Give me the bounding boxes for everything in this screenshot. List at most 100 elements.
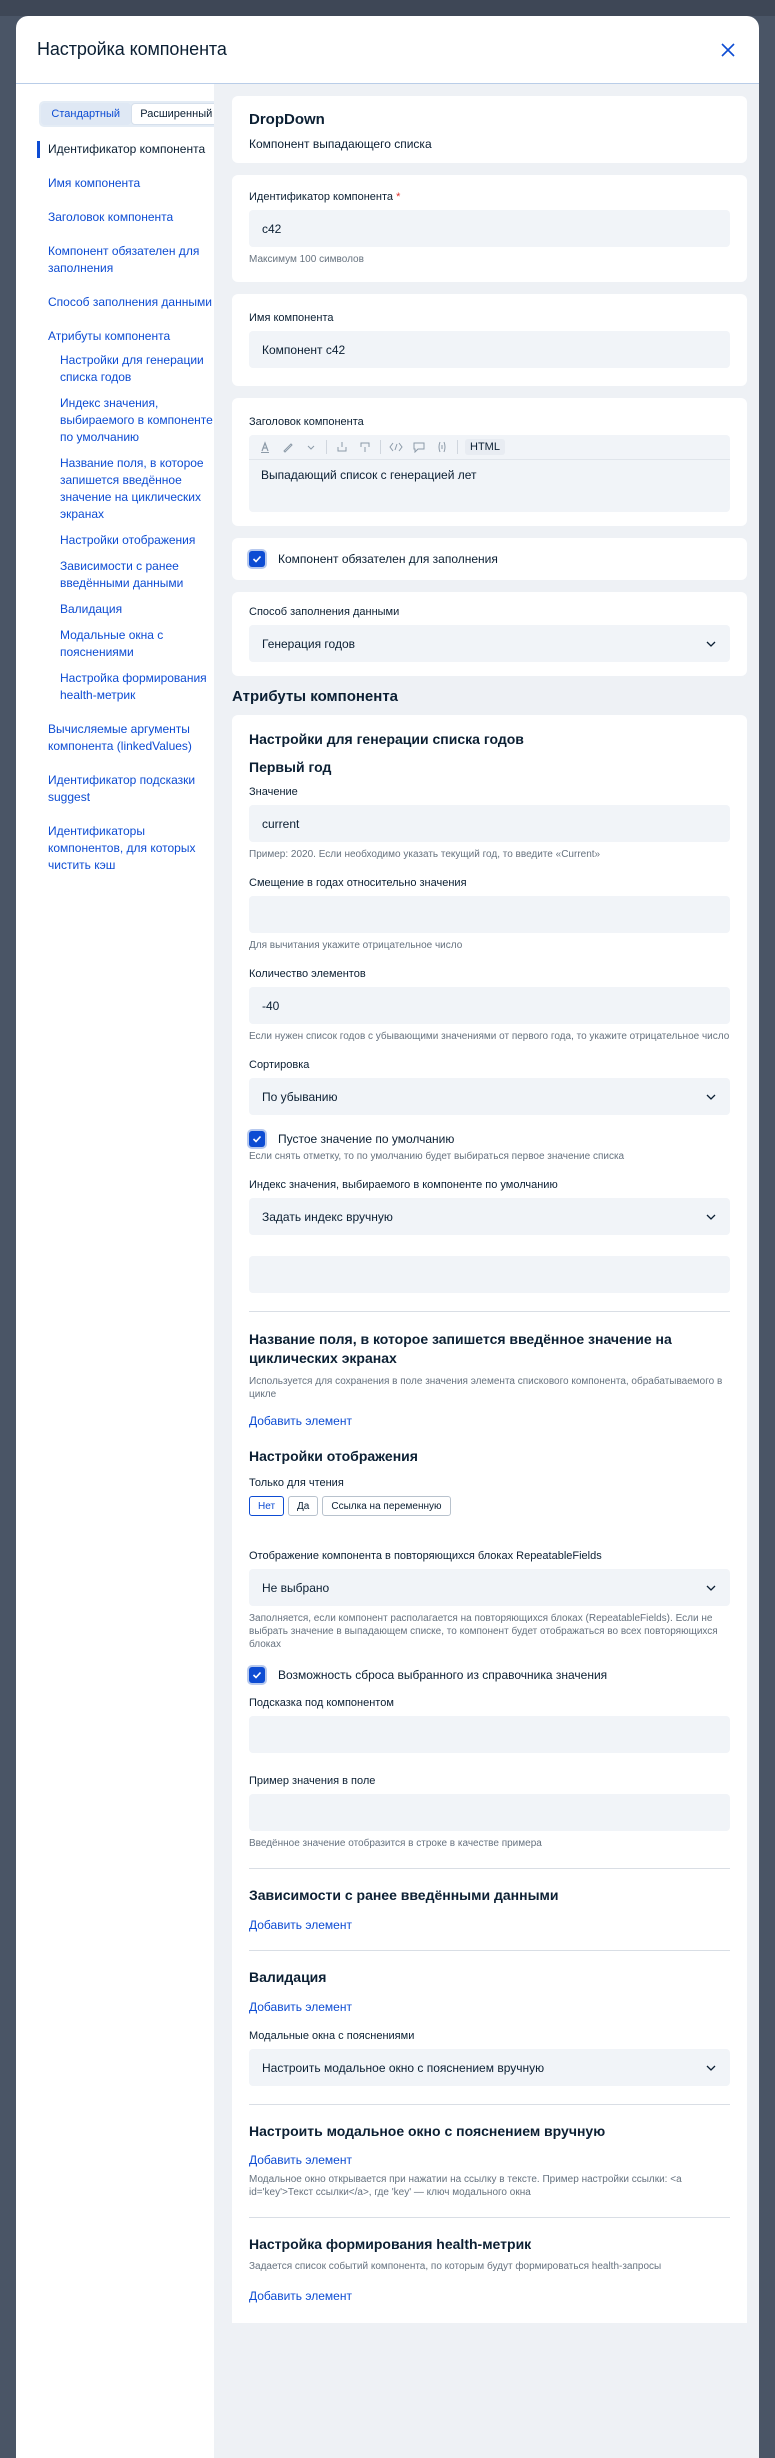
- settings-modal: Настройка компонента Стандартный Расшире…: [16, 16, 759, 2458]
- offset-label: Смещение в годах относительно значения: [249, 877, 467, 889]
- manual-modal-hint: Модальное окно открывается при нажатии н…: [249, 2174, 682, 2198]
- nav-item-dependencies[interactable]: Зависимости с ранее введёнными данными: [37, 558, 214, 592]
- health-add-link[interactable]: Добавить элемент: [249, 2289, 730, 2303]
- count-field: Количество элементов -40 Если нужен спис…: [249, 968, 730, 1043]
- example-hint: Введённое значение отобразится в строке …: [249, 1838, 542, 1849]
- divider: [249, 1950, 730, 1951]
- nav-item-component-name[interactable]: Имя компонента: [37, 175, 214, 192]
- required-checkbox[interactable]: [249, 551, 265, 567]
- first-year-title: Первый год: [249, 759, 332, 775]
- reset-label: Возможность сброса выбранного из справоч…: [278, 1668, 608, 1682]
- mode-extended-button[interactable]: Расширенный: [130, 103, 222, 125]
- readonly-options: Нет Да Ссылка на переменную: [249, 1496, 730, 1516]
- sort-select[interactable]: По убыванию: [249, 1078, 730, 1115]
- chevron-down-icon[interactable]: [303, 439, 319, 455]
- nav-item-attributes[interactable]: Атрибуты компонента: [37, 328, 214, 345]
- cyclic-add-link[interactable]: Добавить элемент: [249, 1414, 730, 1428]
- manual-modal-add-link[interactable]: Добавить элемент: [249, 2153, 730, 2167]
- comment-icon[interactable]: [411, 439, 427, 455]
- nav-item-display-settings[interactable]: Настройки отображения: [37, 532, 214, 549]
- mode-switch: Стандартный Расширенный: [39, 101, 224, 127]
- component-name-card: Имя компонента Компонент с42: [232, 294, 747, 386]
- nav-item-modal-windows[interactable]: Модальные окна с пояснениями: [37, 627, 214, 661]
- reset-checkbox[interactable]: [249, 1667, 265, 1683]
- tooltip-input[interactable]: [249, 1716, 730, 1753]
- component-title-editor[interactable]: Выпадающий список с генерацией лет: [249, 460, 730, 512]
- modal-header: Настройка компонента: [16, 16, 759, 84]
- example-input[interactable]: [249, 1794, 730, 1831]
- component-id-input[interactable]: c42: [249, 210, 730, 247]
- display-title: Настройки отображения: [249, 1448, 418, 1464]
- insert-below-icon[interactable]: [357, 439, 373, 455]
- default-index-field: Индекс значения, выбираемого в компонент…: [249, 1179, 730, 1293]
- close-icon: [721, 42, 735, 57]
- modal-windows-value: Настроить модальное окно с пояснением вр…: [262, 2060, 545, 2075]
- chevron-down-icon: [705, 638, 717, 650]
- default-index-input[interactable]: [249, 1256, 730, 1293]
- component-id-card: Идентификатор компонента * c42 Максимум …: [232, 175, 747, 282]
- nav-item-health-metrics[interactable]: Настройка формирования health-метрик: [37, 670, 214, 704]
- check-icon: [252, 1671, 262, 1679]
- empty-default-checkbox[interactable]: [249, 1131, 265, 1147]
- sidebar: Стандартный Расширенный Идентификатор ко…: [16, 84, 224, 2458]
- text-color-icon[interactable]: [257, 439, 273, 455]
- variable-icon[interactable]: [434, 439, 450, 455]
- cyclic-hint: Используется для сохранения в поле значе…: [249, 1376, 723, 1400]
- mode-standard-button[interactable]: Стандартный: [41, 103, 131, 125]
- nav-item-fill-method[interactable]: Способ заполнения данными: [37, 294, 214, 311]
- nav-item-cyclic-field[interactable]: Название поля, в которое запишется введё…: [37, 455, 214, 523]
- fill-method-select[interactable]: Генерация годов: [249, 625, 730, 662]
- nav-item-clear-cache[interactable]: Идентификаторы компонентов, для которых …: [37, 823, 214, 874]
- default-index-select[interactable]: Задать индекс вручную: [249, 1198, 730, 1235]
- offset-input[interactable]: [249, 896, 730, 933]
- cyclic-title: Название поля, в которое запишется введё…: [249, 1331, 672, 1366]
- readonly-variable-button[interactable]: Ссылка на переменную: [322, 1496, 451, 1516]
- required-label: Компонент обязателен для заполнения: [278, 552, 498, 566]
- divider: [249, 1311, 730, 1312]
- component-name-input[interactable]: Компонент с42: [249, 331, 730, 368]
- divider: [249, 2104, 730, 2105]
- manual-modal-title: Настроить модальное окно с пояснением вр…: [249, 2123, 606, 2139]
- attributes-title: Атрибуты компонента: [232, 688, 399, 705]
- value-input[interactable]: current: [249, 805, 730, 842]
- nav-item-required[interactable]: Компонент обязателен для заполнения: [37, 243, 214, 277]
- repeatable-hint: Заполняется, если компонент располагаетс…: [249, 1613, 718, 1650]
- empty-default-label: Пустое значение по умолчанию: [278, 1132, 455, 1146]
- insert-above-icon[interactable]: [334, 439, 350, 455]
- chevron-down-icon: [705, 1582, 717, 1594]
- close-button[interactable]: [717, 39, 739, 61]
- nav-item-validation[interactable]: Валидация: [37, 601, 214, 618]
- sort-label: Сортировка: [249, 1059, 310, 1071]
- readonly-no-button[interactable]: Нет: [249, 1496, 285, 1516]
- attributes-card: Настройки для генерации списка годов Пер…: [232, 715, 747, 2323]
- main-panel: DropDown Компонент выпадающего списка Ид…: [214, 84, 759, 2458]
- highlight-icon[interactable]: [280, 439, 296, 455]
- tooltip-field: Подсказка под компонентом: [249, 1697, 730, 1753]
- nav-item-component-id[interactable]: Идентификатор компонента: [37, 141, 214, 158]
- code-icon[interactable]: [388, 439, 404, 455]
- repeatable-select[interactable]: Не выбрано: [249, 1569, 730, 1606]
- validation-add-link[interactable]: Добавить элемент: [249, 2000, 730, 2014]
- reset-row: Возможность сброса выбранного из справоч…: [249, 1667, 730, 1683]
- validation-title: Валидация: [249, 1969, 327, 1985]
- backdrop: [0, 0, 775, 16]
- toolbar-divider: [457, 440, 458, 454]
- html-mode-button[interactable]: HTML: [465, 439, 505, 455]
- chevron-down-icon: [705, 2062, 717, 2074]
- modal-windows-select[interactable]: Настроить модальное окно с пояснением вр…: [249, 2049, 730, 2086]
- readonly-yes-button[interactable]: Да: [288, 1496, 319, 1516]
- value-hint: Пример: 2020. Если необходимо указать те…: [249, 849, 601, 860]
- nav-item-default-index[interactable]: Индекс значения, выбираемого в компонент…: [37, 395, 214, 446]
- divider: [249, 1868, 730, 1869]
- chevron-down-icon: [705, 1091, 717, 1103]
- dependencies-add-link[interactable]: Добавить элемент: [249, 1918, 730, 1932]
- nav-item-component-title[interactable]: Заголовок компонента: [37, 209, 214, 226]
- nav-item-linked-values[interactable]: Вычисляемые аргументы компонента (linked…: [37, 721, 214, 755]
- count-input[interactable]: -40: [249, 987, 730, 1024]
- modal-body: Стандартный Расширенный Идентификатор ко…: [16, 84, 759, 2458]
- component-title-card: Заголовок компонента HTML Выпадающий спи…: [232, 398, 747, 526]
- nav-item-years-settings[interactable]: Настройки для генерации списка годов: [37, 352, 214, 386]
- required-checkbox-row: Компонент обязателен для заполнения: [249, 551, 730, 567]
- nav-item-suggest-id[interactable]: Идентификатор подсказки suggest: [37, 772, 214, 806]
- modal-windows-field: Модальные окна с пояснениями Настроить м…: [249, 2030, 730, 2086]
